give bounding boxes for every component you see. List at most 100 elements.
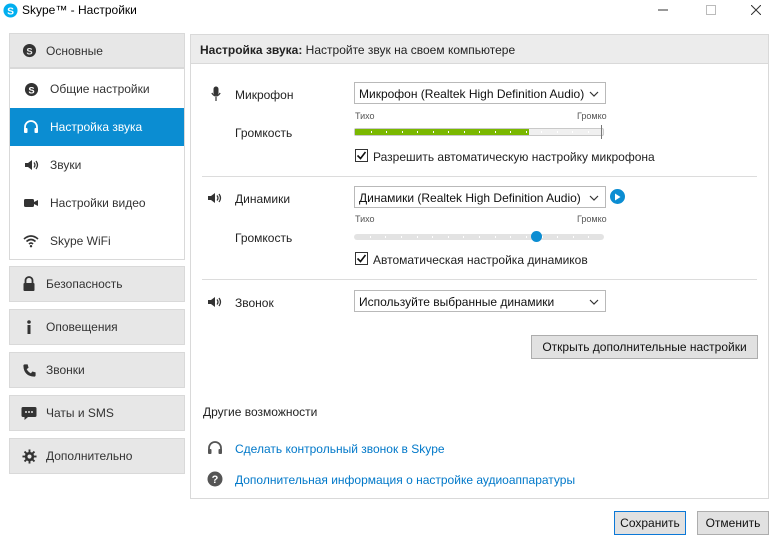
skype-icon: S bbox=[23, 81, 39, 97]
nav-group-label: Звонки bbox=[46, 363, 85, 377]
wifi-icon bbox=[23, 233, 39, 249]
speakers-test-play-button[interactable] bbox=[610, 189, 625, 204]
ringer-device-select[interactable]: Используйте выбранные динамики bbox=[354, 290, 606, 312]
speakers-auto-label: Автоматическая настройка динамиков bbox=[373, 253, 588, 267]
mic-high-label: Громко bbox=[577, 111, 607, 121]
nav-group-calls[interactable]: Звонки bbox=[9, 352, 185, 388]
nav-group-advanced[interactable]: Дополнительно bbox=[9, 438, 185, 474]
speakers-volume-tick bbox=[510, 236, 511, 238]
speakers-auto-checkbox[interactable] bbox=[355, 252, 368, 265]
nav-group-notifications[interactable]: Оповещения bbox=[9, 309, 185, 345]
nav-group-label: Основные bbox=[46, 43, 103, 58]
mic-level-tick bbox=[386, 131, 387, 133]
minimize-button[interactable] bbox=[640, 0, 686, 22]
speakers-volume-thumb[interactable] bbox=[531, 231, 542, 242]
check-icon bbox=[356, 151, 367, 160]
ringer-device-value: Используйте выбранные динамики bbox=[359, 295, 555, 309]
mic-level-tick bbox=[588, 131, 589, 133]
sidebar-item-general-settings[interactable]: S Общие настройки bbox=[10, 70, 184, 108]
chat-icon bbox=[21, 405, 37, 421]
ringer-label: Звонок bbox=[235, 296, 274, 310]
nav-group-security[interactable]: Безопасность bbox=[9, 266, 185, 302]
title-bar: S Skype™ - Настройки bbox=[0, 0, 778, 22]
mic-level-tick bbox=[495, 131, 496, 133]
mic-level-meter bbox=[354, 128, 604, 136]
nav-group-general[interactable]: S Основные bbox=[9, 33, 185, 68]
mic-auto-checkbox[interactable] bbox=[355, 149, 368, 162]
speakers-volume-label: Громкость bbox=[235, 231, 293, 245]
headset-icon bbox=[207, 440, 223, 456]
divider bbox=[202, 176, 757, 177]
speakers-volume-tick bbox=[463, 236, 464, 238]
microphone-label: Микрофон bbox=[235, 88, 294, 102]
svg-text:S: S bbox=[26, 46, 32, 56]
panel-header-text: Настройка звука: Настройте звук на своем… bbox=[200, 43, 515, 57]
mic-level-tick bbox=[402, 131, 403, 133]
sidebar-sub-list: S Общие настройки Настройка звука Звуки … bbox=[9, 68, 185, 260]
mic-level-fill bbox=[355, 129, 529, 135]
minimize-icon bbox=[658, 4, 668, 18]
nav-group-label: Чаты и SMS bbox=[46, 406, 114, 420]
speakers-volume-tick bbox=[479, 236, 480, 238]
nav-group-label: Оповещения bbox=[46, 320, 118, 334]
nav-group-label: Безопасность bbox=[46, 277, 123, 291]
settings-window: S Skype™ - Настройки S Основные S Общие … bbox=[0, 0, 778, 548]
mic-level-tick bbox=[433, 131, 434, 133]
speakers-volume-tick bbox=[432, 236, 433, 238]
mic-auto-label: Разрешить автоматическую настройку микро… bbox=[373, 150, 655, 164]
panel-header-bold: Настройка звука: bbox=[200, 43, 303, 57]
speaker-icon bbox=[23, 157, 39, 173]
sidebar-item-label: Настройки видео bbox=[50, 196, 146, 210]
mic-level-tick bbox=[572, 131, 573, 133]
close-button[interactable] bbox=[733, 0, 778, 22]
nav-group-chats-sms[interactable]: Чаты и SMS bbox=[9, 395, 185, 431]
sidebar-item-video-settings[interactable]: Настройки видео bbox=[10, 184, 184, 222]
sidebar-item-audio-settings[interactable]: Настройка звука bbox=[10, 108, 184, 146]
save-button[interactable]: Сохранить bbox=[614, 511, 686, 535]
phone-icon bbox=[21, 362, 37, 378]
help-icon: ? bbox=[207, 471, 223, 487]
speaker-icon bbox=[206, 190, 222, 206]
audio-help-link[interactable]: Дополнительная информация о настройке ау… bbox=[235, 473, 575, 487]
microphone-device-select[interactable]: Микрофон (Realtek High Definition Audio) bbox=[354, 82, 606, 104]
chevron-down-icon bbox=[588, 88, 600, 100]
speakers-volume-slider[interactable] bbox=[354, 231, 604, 242]
other-features-title: Другие возможности bbox=[203, 405, 318, 419]
skype-icon: S bbox=[3, 3, 18, 18]
check-icon bbox=[356, 254, 367, 263]
speakers-device-value: Динамики (Realtek High Definition Audio) bbox=[359, 191, 581, 205]
mic-level-tick bbox=[557, 131, 558, 133]
speakers-device-select[interactable]: Динамики (Realtek High Definition Audio) bbox=[354, 186, 606, 208]
maximize-icon bbox=[706, 4, 716, 18]
mic-level-tick bbox=[417, 131, 418, 133]
speakers-volume-tick bbox=[448, 236, 449, 238]
speakers-label: Динамики bbox=[235, 192, 291, 206]
speakers-low-label: Тихо bbox=[355, 214, 375, 224]
speaker-icon bbox=[206, 294, 222, 310]
speakers-volume-tick bbox=[401, 236, 402, 238]
speakers-volume-tick bbox=[370, 236, 371, 238]
sidebar-item-skype-wifi[interactable]: Skype WiFi bbox=[10, 222, 184, 260]
mic-level-tick bbox=[526, 131, 527, 133]
sidebar-item-label: Настройка звука bbox=[50, 120, 143, 134]
speakers-volume-tick bbox=[573, 236, 574, 238]
maximize-button[interactable] bbox=[688, 0, 734, 22]
speakers-volume-tick bbox=[526, 236, 527, 238]
cancel-button[interactable]: Отменить bbox=[697, 511, 769, 535]
audio-settings-panel: Настройка звука: Настройте звук на своем… bbox=[190, 34, 769, 499]
play-icon bbox=[614, 190, 621, 204]
window-title: Skype™ - Настройки bbox=[22, 3, 137, 17]
open-advanced-settings-button[interactable]: Открыть дополнительные настройки bbox=[531, 335, 758, 359]
mic-level-tick bbox=[479, 131, 480, 133]
sidebar-item-sounds[interactable]: Звуки bbox=[10, 146, 184, 184]
chevron-down-icon bbox=[588, 192, 600, 204]
test-call-link[interactable]: Сделать контрольный звонок в Skype bbox=[235, 442, 445, 456]
close-icon bbox=[750, 4, 762, 18]
svg-text:S: S bbox=[28, 85, 34, 95]
speakers-high-label: Громко bbox=[577, 214, 607, 224]
lock-icon bbox=[21, 276, 37, 292]
chevron-down-icon bbox=[588, 296, 600, 308]
speakers-volume-tick bbox=[417, 236, 418, 238]
mic-level-tick bbox=[371, 131, 372, 133]
speakers-volume-tick bbox=[385, 236, 386, 238]
